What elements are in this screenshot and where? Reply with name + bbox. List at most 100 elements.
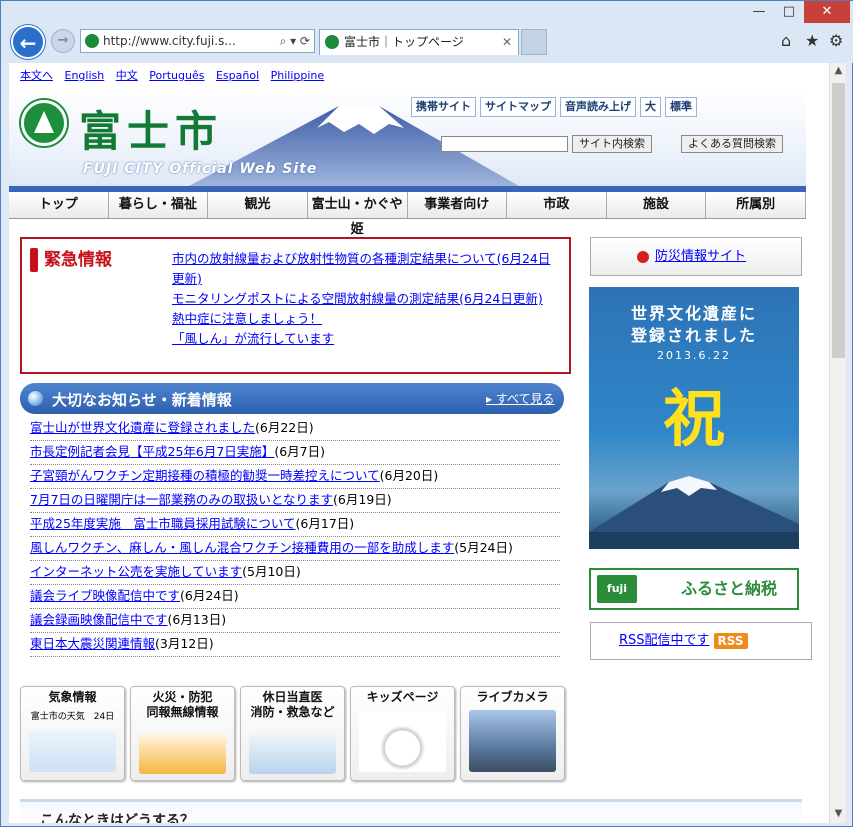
browser-titlebar: — □ ✕ ← → http://www.city.fuji.s... ⌕ ▾ … <box>1 1 853 63</box>
news-link[interactable]: 風しんワクチン、麻しん・風しん混合ワクチン接種費用の一部を助成します <box>30 540 454 555</box>
news-link[interactable]: 7月7日の日曜開庁は一部業務のみの取扱いとなります <box>30 492 333 507</box>
emergency-link[interactable]: 「風しん」が流行しています <box>172 329 562 349</box>
emergency-title-text: 緊急情報 <box>44 250 112 270</box>
heritage-line1: 世界文化遺産に <box>630 304 757 323</box>
world-heritage-banner[interactable]: 世界文化遺産に 登録されました 2013.6.22 祝 <box>589 287 799 549</box>
disaster-site-banner[interactable]: 防災情報サイト <box>590 237 802 276</box>
forward-button[interactable]: → <box>51 29 75 53</box>
news-date: (5月24日) <box>454 540 513 555</box>
maximize-button[interactable]: □ <box>774 1 804 23</box>
gear-icon[interactable]: ⚙ <box>829 31 843 50</box>
news-date: (6月19日) <box>333 492 392 507</box>
nav-tourism[interactable]: 観光 <box>208 192 308 218</box>
list-item: 東日本大震災関連情報(3月12日) <box>30 633 560 657</box>
nav-living[interactable]: 暮らし・福祉 <box>108 192 209 218</box>
news-link[interactable]: 議会録画映像配信中です <box>30 612 168 627</box>
sitemap-button[interactable]: サイトマップ <box>480 97 556 117</box>
scroll-thumb[interactable] <box>832 83 845 358</box>
news-header: 大切なお知らせ・新着情報 すべて見る <box>20 383 564 414</box>
news-date: (6月22日) <box>255 420 314 435</box>
emergency-info-box: 緊急情報 市内の放射線量および放射性物質の各種測定結果について(6月24日更新)… <box>20 237 571 374</box>
list-item: 議会録画映像配信中です(6月13日) <box>30 609 560 633</box>
lang-link-english[interactable]: English <box>65 69 105 82</box>
emergency-title: 緊急情報 <box>30 245 112 272</box>
emergency-link[interactable]: 市内の放射線量および放射性物質の各種測定結果について(6月24日更新) <box>172 249 562 289</box>
minimize-button[interactable]: — <box>744 1 774 23</box>
news-date: (6月7日) <box>274 444 325 459</box>
nav-departments[interactable]: 所属別 <box>706 192 806 218</box>
news-date: (6月13日) <box>167 612 227 627</box>
faq-search-button[interactable]: よくある質問検索 <box>681 135 783 153</box>
back-button[interactable]: ← <box>11 25 45 59</box>
site-search-button[interactable]: サイト内検索 <box>572 135 652 153</box>
nav-facilities[interactable]: 施設 <box>606 192 707 218</box>
nav-business[interactable]: 事業者向け <box>407 192 508 218</box>
nav-top[interactable]: トップ <box>9 192 109 218</box>
rss-icon[interactable]: RSS <box>713 632 748 649</box>
close-window-button[interactable]: ✕ <box>804 1 850 23</box>
emergency-link[interactable]: モニタリングポストによる空間放射線量の測定結果(6月24日更新) <box>172 289 562 309</box>
heritage-line2: 登録されました <box>630 326 757 345</box>
search-input[interactable] <box>441 136 568 152</box>
mobile-site-button[interactable]: 携帯サイト <box>411 97 476 117</box>
weather-banner[interactable]: 気象情報 富士市の天気 24日 <box>20 686 125 781</box>
news-link[interactable]: 富士山が世界文化遺産に登録されました <box>30 420 255 435</box>
tab-favicon-icon <box>325 35 339 49</box>
news-title: 大切なお知らせ・新着情報 <box>52 391 232 409</box>
news-list: 富士山が世界文化遺産に登録されました(6月22日) 市長定例記者会見【平成25年… <box>30 417 560 657</box>
news-link[interactable]: 平成25年度実施 富士市職員採用試験について <box>30 516 296 531</box>
site-header: 富士市 FUJI CITY Official Web Site 携帯サイト サイ… <box>9 88 806 186</box>
kids-character-icon <box>359 712 446 772</box>
news-link[interactable]: 子宮頸がんワクチン定期接種の積極的勧奨一時差控えについて <box>30 468 380 483</box>
hospital-phone-icon <box>249 734 336 774</box>
nav-fujisan[interactable]: 富士山・かぐや姫 <box>307 192 408 237</box>
vertical-scrollbar[interactable]: ▲ ▼ <box>829 63 846 823</box>
rss-banner: RSS配信中です RSS <box>590 622 812 660</box>
lang-link-portuguese[interactable]: Português <box>149 69 204 82</box>
tab-close-icon[interactable]: ✕ <box>502 30 512 54</box>
disaster-site-link[interactable]: 防災情報サイト <box>655 249 746 264</box>
global-nav: トップ 暮らし・福祉 観光 富士山・かぐや姫 事業者向け 市政 施設 所属別 <box>9 186 806 237</box>
lang-link-chinese[interactable]: 中文 <box>116 69 138 82</box>
list-item: インターネット公売を実施しています(5月10日) <box>30 561 560 585</box>
tab-fuji-city[interactable]: 富士市｜トップページ ✕ <box>319 29 519 55</box>
font-standard-button[interactable]: 標準 <box>665 97 697 117</box>
heritage-date: 2013.6.22 <box>657 349 731 362</box>
nav-government[interactable]: 市政 <box>507 192 607 218</box>
emergency-link[interactable]: 熱中症に注意しましょう！ <box>172 309 562 329</box>
address-bar[interactable]: http://www.city.fuji.s... ⌕ ▾ ⟳ <box>80 29 315 53</box>
see-all-link[interactable]: すべて見る <box>486 390 555 407</box>
emergency-links: 市内の放射線量および放射性物質の各種測定結果について(6月24日更新) モニタリ… <box>172 249 562 349</box>
lang-link-skip[interactable]: 本文へ <box>20 69 53 82</box>
help-section-title: こんなときはどうする？ <box>40 813 194 823</box>
news-link[interactable]: 市長定例記者会見【平成25年6月7日実施】 <box>30 444 274 459</box>
list-item: 風しんワクチン、麻しん・風しん混合ワクチン接種費用の一部を助成します(5月24日… <box>30 537 560 561</box>
news-link[interactable]: 東日本大震災関連情報 <box>30 636 155 651</box>
news-link[interactable]: 議会ライブ映像配信中です <box>30 588 180 603</box>
rss-link[interactable]: RSS配信中です <box>619 633 710 648</box>
read-aloud-button[interactable]: 音声読み上げ <box>560 97 636 117</box>
list-item: 富士山が世界文化遺産に登録されました(6月22日) <box>30 417 560 441</box>
home-icon[interactable]: ⌂ <box>781 31 791 50</box>
news-link[interactable]: インターネット公売を実施しています <box>30 564 242 579</box>
site-logo-title[interactable]: 富士市 <box>79 98 223 159</box>
favorites-star-icon[interactable]: ★ <box>805 31 819 50</box>
live-camera-banner[interactable]: ライブカメラ <box>460 686 565 781</box>
search-icon[interactable]: ⌕ ▾ ⟳ <box>280 30 310 52</box>
new-tab-button[interactable] <box>521 29 547 55</box>
furusato-text: ふるさと納税 <box>680 579 777 598</box>
furusato-tax-banner[interactable]: fuji ふるさと納税 <box>589 568 799 610</box>
list-item: 議会ライブ映像配信中です(6月24日) <box>30 585 560 609</box>
scroll-down-icon[interactable]: ▼ <box>830 808 847 819</box>
kids-page-banner[interactable]: キッズページ <box>350 686 455 781</box>
holiday-doctor-banner[interactable]: 休日当直医 消防・救急など <box>240 686 345 781</box>
browser-window: — □ ✕ ← → http://www.city.fuji.s... ⌕ ▾ … <box>0 0 853 827</box>
tab-title: 富士市｜トップページ <box>344 35 464 49</box>
fire-crime-banner[interactable]: 火災・防犯 同報無線情報 <box>130 686 235 781</box>
font-large-button[interactable]: 大 <box>640 97 661 117</box>
lang-link-spanish[interactable]: Español <box>216 69 259 82</box>
site-logo-subtitle: FUJI CITY Official Web Site <box>83 161 318 177</box>
lang-link-philippine[interactable]: Philippine <box>271 69 325 82</box>
scroll-up-icon[interactable]: ▲ <box>830 65 847 76</box>
fire-house-icon <box>139 734 226 774</box>
